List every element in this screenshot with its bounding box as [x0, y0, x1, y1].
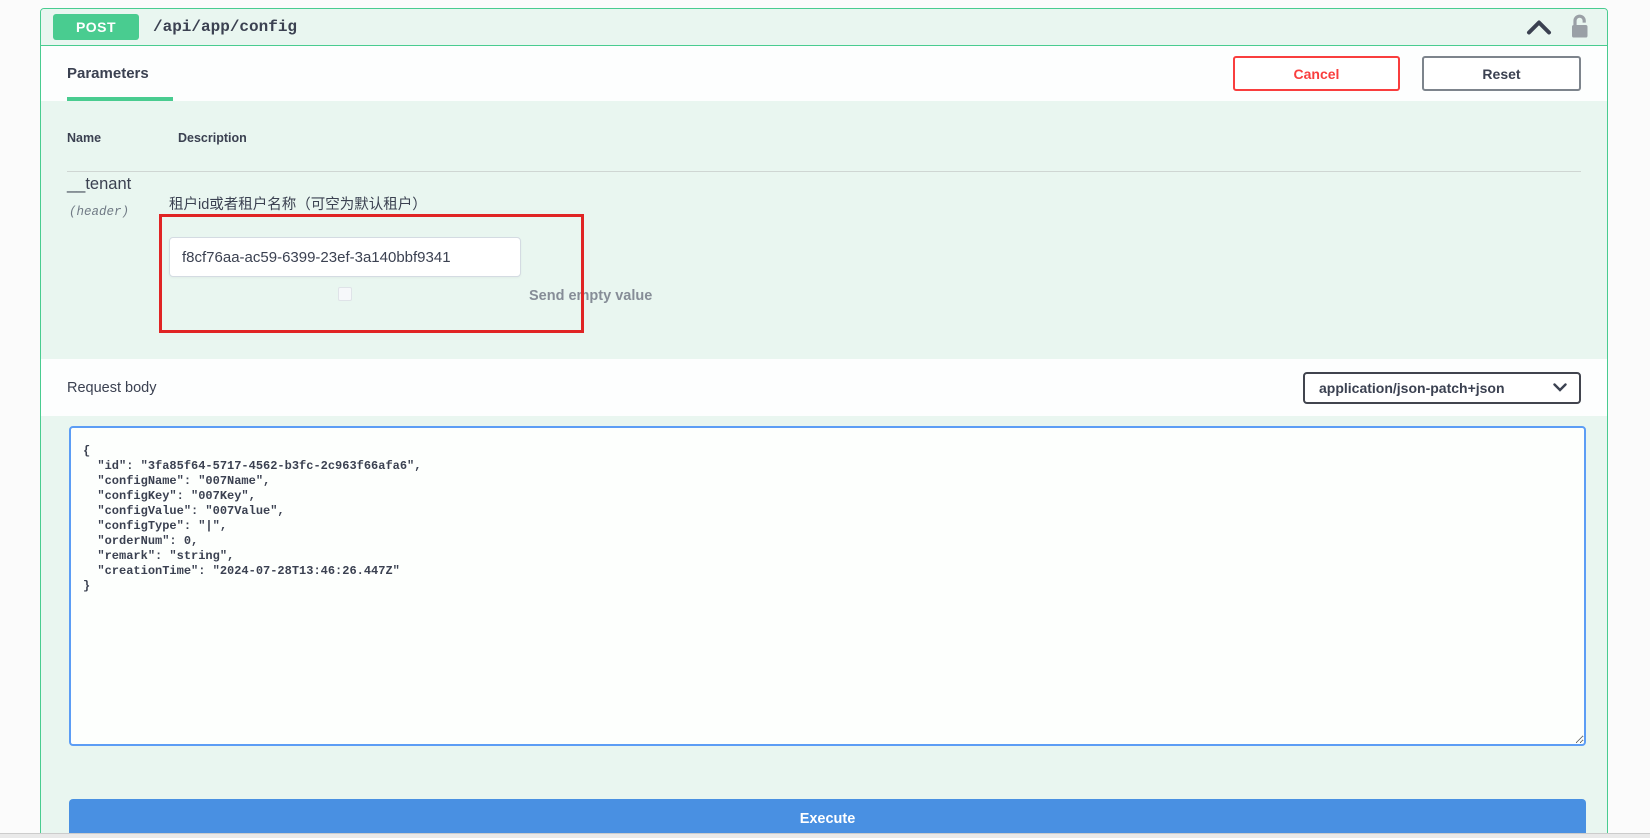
reset-button[interactable]: Reset	[1422, 56, 1581, 91]
collapse-chevron-icon[interactable]	[1526, 19, 1552, 35]
chevron-down-icon	[1553, 383, 1567, 392]
tab-parameters[interactable]: Parameters	[67, 46, 173, 101]
tenant-value-input[interactable]	[169, 237, 521, 277]
try-out-actions: Cancel Reset	[1233, 56, 1581, 91]
request-body-section: { "id": "3fa85f64-5717-4562-b3fc-2c963f6…	[41, 416, 1607, 838]
content-type-value: application/json-patch+json	[1319, 380, 1505, 396]
content-type-select[interactable]: application/json-patch+json	[1303, 372, 1581, 404]
tab-parameters-label: Parameters	[67, 65, 149, 82]
opblock-summary[interactable]: POST /api/app/config	[41, 9, 1607, 46]
auth-lock-icon[interactable]	[1568, 13, 1591, 41]
param-description: 租户id或者租户名称（可空为默认租户）	[169, 193, 427, 214]
method-badge: POST	[53, 14, 139, 40]
swagger-page: POST /api/app/config Parameters	[0, 0, 1650, 838]
column-header-name: Name	[67, 131, 101, 145]
cancel-button[interactable]: Cancel	[1233, 56, 1400, 91]
param-name-tenant: __tenant	[67, 175, 131, 194]
endpoint-path: /api/app/config	[153, 18, 297, 36]
send-empty-value-checkbox[interactable]	[338, 287, 352, 301]
table-divider	[67, 171, 1581, 172]
send-empty-value-label: Send empty value	[529, 288, 652, 304]
request-body-editor[interactable]: { "id": "3fa85f64-5717-4562-b3fc-2c963f6…	[69, 426, 1586, 746]
opblock-post: POST /api/app/config Parameters	[40, 8, 1608, 838]
request-body-label: Request body	[67, 380, 156, 396]
parameters-header-row: Parameters Cancel Reset	[41, 46, 1607, 101]
window-bottom-strip	[0, 833, 1650, 838]
request-body-header-row: Request body application/json-patch+json	[41, 359, 1607, 416]
column-header-description: Description	[178, 131, 247, 145]
param-location: (header)	[69, 205, 129, 219]
summary-icons	[1526, 13, 1595, 41]
parameters-section: Name Description __tenant (header) 租户id或…	[41, 101, 1607, 359]
